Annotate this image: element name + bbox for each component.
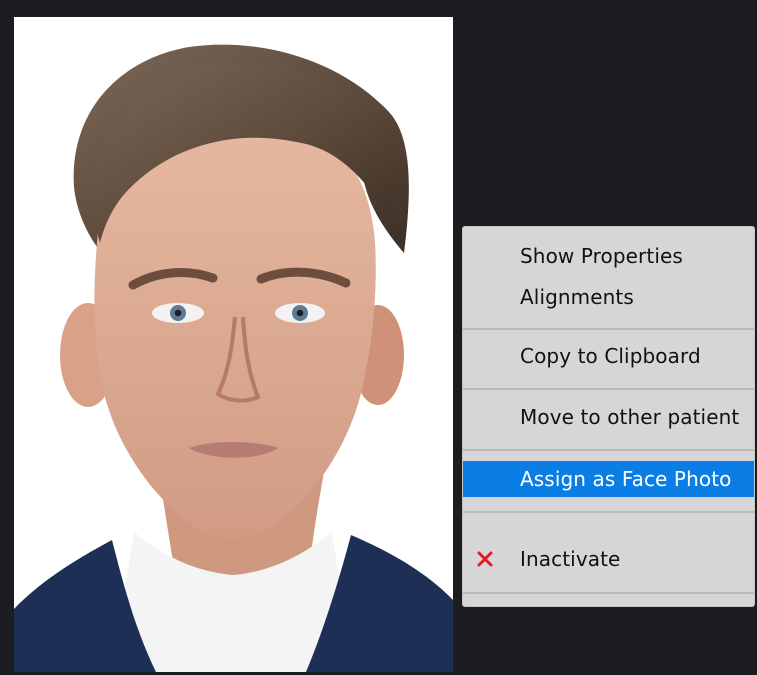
menu-item-alignments[interactable]: Alignments [463,279,754,315]
menu-item-assign-as-face-photo[interactable]: Assign as Face Photo [463,461,754,497]
menu-separator [463,511,754,513]
menu-item-inactivate[interactable]: Inactivate [463,541,754,577]
face-photo-panel[interactable] [14,17,453,672]
menu-item-label: Alignments [520,285,634,309]
menu-item-label: Show Properties [520,244,683,268]
menu-item-label: Assign as Face Photo [520,467,732,491]
menu-item-label: Move to other patient [520,405,740,429]
photo-viewer: Show Properties Alignments Copy to Clipb… [0,0,757,675]
menu-item-label: Copy to Clipboard [520,344,701,368]
menu-separator [463,328,754,330]
menu-item-label: Inactivate [520,547,621,571]
menu-item-show-properties[interactable]: Show Properties [463,238,754,274]
menu-item-move-to-other-patient[interactable]: Move to other patient [463,399,754,435]
face-photo[interactable] [14,17,453,672]
menu-separator [463,449,754,451]
close-icon [477,551,493,567]
menu-separator [463,388,754,390]
context-menu: Show Properties Alignments Copy to Clipb… [462,226,755,607]
menu-separator [463,592,754,594]
menu-item-copy-to-clipboard[interactable]: Copy to Clipboard [463,338,754,374]
